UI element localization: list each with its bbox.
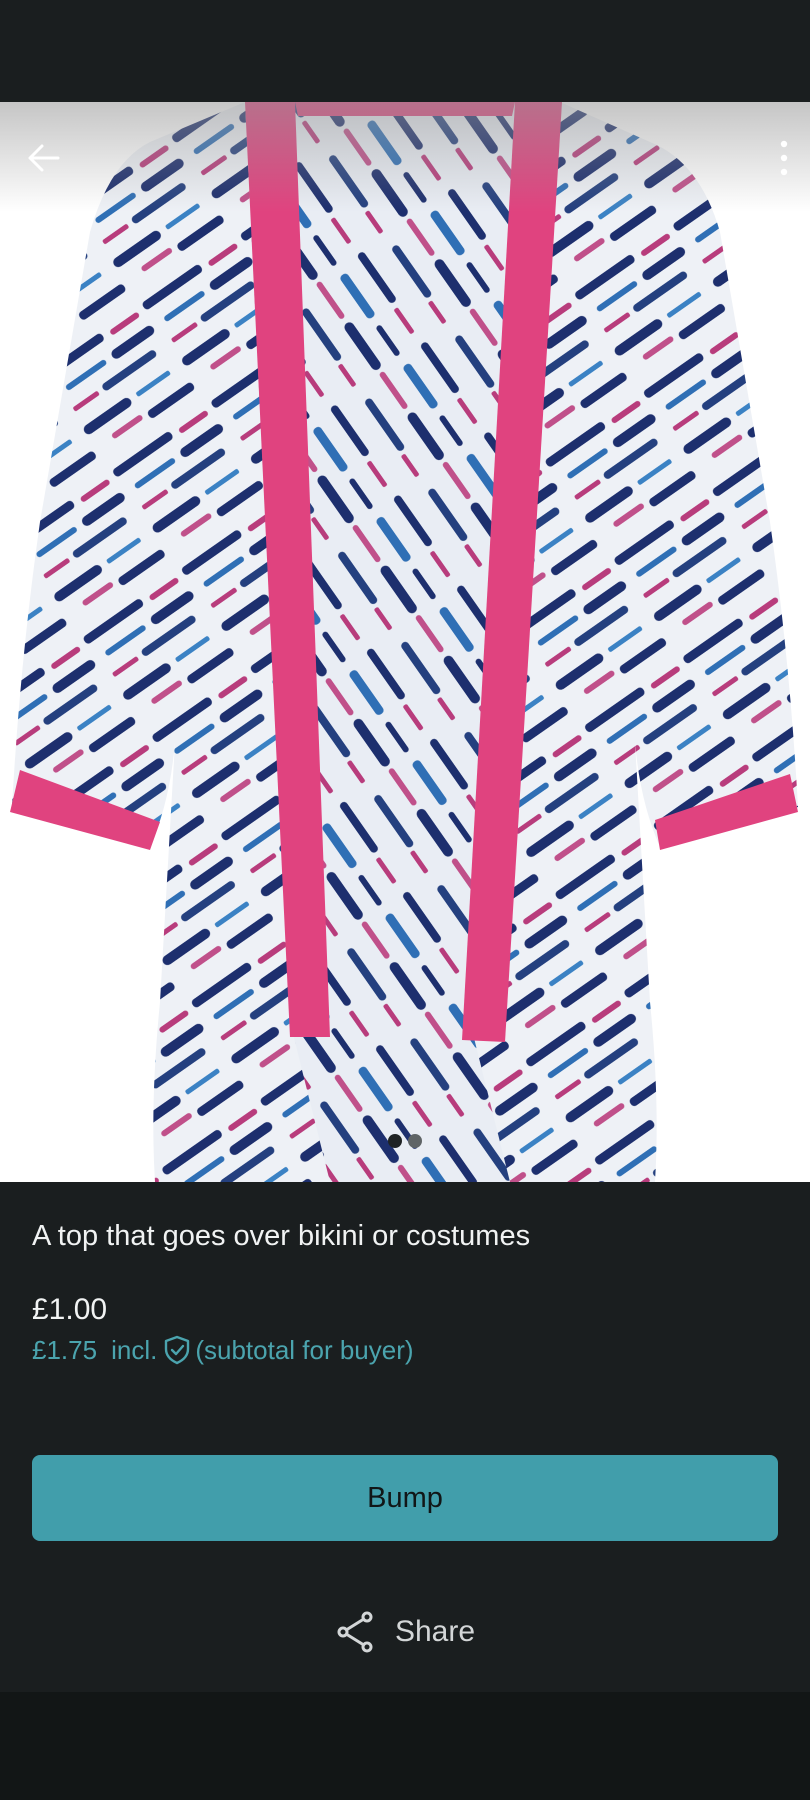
buyer-price-incl: incl. <box>111 1335 158 1365</box>
product-title: A top that goes over bikini or costumes <box>32 1220 531 1252</box>
status-bar <box>0 0 810 102</box>
product-image-carousel[interactable] <box>0 102 810 1182</box>
buyer-price-amount: £1.75 <box>32 1335 98 1365</box>
carousel-dot[interactable] <box>408 1134 422 1148</box>
share-icon <box>335 1611 375 1653</box>
carousel-dot-active[interactable] <box>388 1134 402 1148</box>
carousel-indicator <box>0 1134 810 1148</box>
product-price: £1.00 <box>32 1293 108 1326</box>
arrow-left-icon <box>28 144 60 172</box>
buyer-price-note: (subtotal for buyer) <box>195 1335 414 1365</box>
more-options-button[interactable] <box>764 132 804 184</box>
more-vertical-icon <box>780 140 788 176</box>
buyer-price-line[interactable]: £1.75 incl. (subtotal for buyer) <box>32 1332 414 1368</box>
image-top-shade <box>0 102 810 212</box>
share-button[interactable]: Share <box>0 1604 810 1660</box>
system-navigation-bar <box>0 1692 810 1800</box>
back-button[interactable] <box>18 132 70 184</box>
bump-button[interactable]: Bump <box>32 1455 778 1541</box>
share-label: Share <box>394 1615 476 1648</box>
shield-check-icon <box>163 1335 191 1365</box>
product-photo <box>10 102 798 1182</box>
